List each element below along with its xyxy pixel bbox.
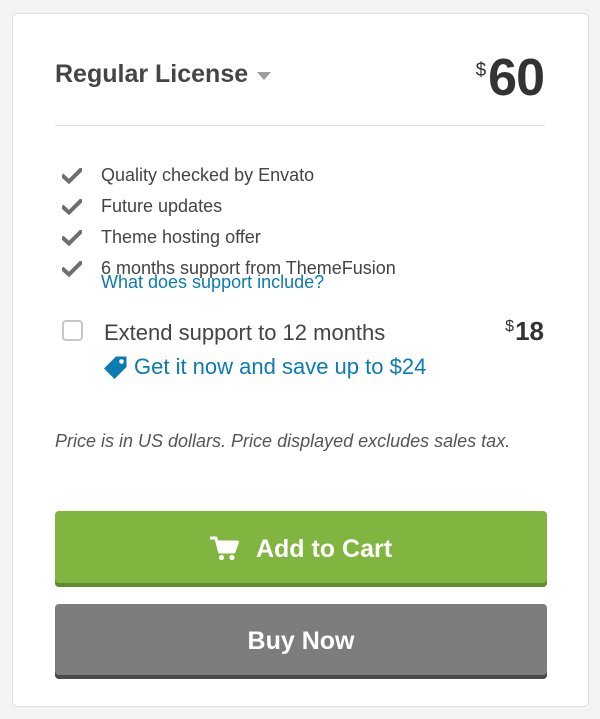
price-note: Price is in US dollars. Price displayed …: [55, 431, 511, 451]
buy-now-button[interactable]: Buy Now: [55, 604, 547, 679]
license-title: Regular License: [55, 60, 249, 88]
price-currency: $: [475, 60, 487, 81]
feature-item: Quality checked by Envato: [62, 160, 396, 191]
check-icon: [62, 260, 82, 277]
feature-item: Theme hosting offer: [62, 222, 396, 253]
save-offer-link[interactable]: Get it now and save up to $24: [103, 354, 426, 380]
extend-price-currency: $: [505, 318, 515, 335]
check-icon: [62, 198, 82, 215]
tag-icon: [103, 355, 128, 380]
extend-support-checkbox[interactable]: [62, 320, 83, 341]
license-price: $ 60: [475, 49, 545, 107]
add-to-cart-label: Add to Cart: [255, 534, 393, 563]
buy-now-label: Buy Now: [247, 627, 355, 655]
support-info-link[interactable]: What does support include?: [101, 272, 324, 293]
extend-support-label[interactable]: Extend support to 12 months: [104, 320, 385, 346]
extend-support-price: $ 18: [505, 316, 544, 347]
feature-label: Theme hosting offer: [101, 227, 261, 247]
check-icon: [62, 229, 82, 246]
license-type-dropdown[interactable]: Regular License: [55, 60, 272, 89]
feature-item: Future updates: [62, 191, 396, 222]
feature-label: Quality checked by Envato: [101, 165, 315, 185]
save-offer-text: Get it now and save up to $24: [134, 354, 427, 379]
caret-down-icon: [257, 72, 272, 80]
extend-price-amount: 18: [515, 316, 544, 346]
feature-label: Future updates: [101, 196, 223, 216]
check-icon: [62, 167, 82, 184]
cart-icon: [209, 536, 240, 562]
price-amount: 60: [488, 49, 545, 107]
add-to-cart-button[interactable]: Add to Cart: [55, 511, 547, 587]
license-card: Regular License $ 60 Quality checked by …: [12, 13, 589, 707]
feature-list: Quality checked by Envato Future updates…: [62, 160, 396, 284]
divider: [55, 125, 545, 126]
